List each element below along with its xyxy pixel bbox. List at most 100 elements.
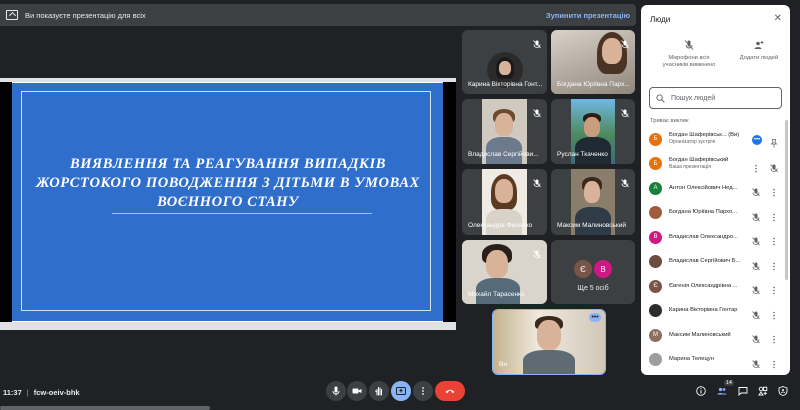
chat-icon <box>738 387 748 396</box>
participant-row[interactable]: А Антон Олексійович Нед... <box>641 176 790 201</box>
participant-row[interactable]: В Владислав Олександро... <box>641 225 790 250</box>
more-options-button[interactable] <box>413 381 433 401</box>
more-vert-icon[interactable] <box>770 209 778 221</box>
more-actions-icon[interactable] <box>752 160 760 172</box>
pin-icon[interactable] <box>770 135 778 148</box>
more-vert-icon[interactable] <box>770 184 778 197</box>
camera-button[interactable] <box>347 381 367 401</box>
hand-icon <box>375 387 382 396</box>
more-vert-icon[interactable] <box>770 258 778 270</box>
participant-tile[interactable]: Карина Вікторівна Гонт... <box>462 30 547 94</box>
more-vert-icon[interactable] <box>770 307 778 319</box>
participant-row[interactable]: М Максим Малиновський <box>641 323 790 348</box>
chat-button[interactable] <box>737 385 749 397</box>
present-button[interactable] <box>391 381 411 401</box>
participant-name: Максим Малиновський <box>669 331 731 338</box>
participant-row[interactable]: Є Євгенія Олександрівна ... <box>641 274 790 299</box>
avatar: Є <box>574 260 592 278</box>
more-actions-icon[interactable]: ••• <box>752 135 762 145</box>
camera-icon <box>352 388 362 394</box>
participant-tile[interactable]: Владислав Сергійови... <box>462 99 547 164</box>
search-people-field[interactable]: Пошук людей <box>649 87 782 109</box>
more-vert-icon[interactable] <box>770 282 778 295</box>
participant-tile[interactable]: Богдана Юріївна Парх... <box>551 30 635 94</box>
host-controls-button[interactable] <box>777 385 789 397</box>
panel-title: Люди <box>650 15 671 24</box>
participant-name: Богдана Юріївна Парх... <box>557 81 630 88</box>
participants-list: Б Богдан Шаферівськ... (Ви) Організатор зу… <box>641 127 790 375</box>
meet-window: Ви показуєте презентацію для всіх Зупини… <box>0 0 800 410</box>
clock-time: 11:37 <box>3 387 22 397</box>
mic-off-icon[interactable] <box>752 356 760 368</box>
presenting-banner: Ви показуєте презентацію для всіх Зупини… <box>0 4 636 26</box>
self-tile[interactable]: ••• Ви <box>492 309 606 375</box>
raise-hand-button[interactable] <box>369 381 389 401</box>
participant-name-block: Богдана Юріївна Пархо... <box>669 209 737 216</box>
avatar: А <box>649 181 662 195</box>
avatar: Б <box>649 157 662 171</box>
more-vert-icon[interactable] <box>770 356 778 368</box>
participant-name: Марина Телецун <box>669 356 714 363</box>
mic-off-icon[interactable] <box>752 233 760 246</box>
meeting-code: fcw-oeiv-bhk <box>33 387 80 397</box>
mic-off-icon <box>533 175 541 188</box>
shared-window-statusbar <box>0 322 456 330</box>
participant-row[interactable]: Карина Вікторівна Гонтар <box>641 299 790 324</box>
participant-tile[interactable]: Михайл Тарасенко <box>462 240 547 304</box>
mute-all-status[interactable]: Мікрофони всіх учасників вимкнено <box>656 40 722 69</box>
mic-off-icon[interactable] <box>752 258 760 270</box>
avatar: В <box>649 230 662 244</box>
activities-button[interactable] <box>757 385 769 397</box>
bottom-toolbar: 11:37 | fcw-oeiv-bhk 14 <box>0 378 800 406</box>
mic-off-icon[interactable] <box>752 282 760 295</box>
participant-name-block: Марина Телецун <box>669 356 714 363</box>
leave-call-button[interactable] <box>435 381 465 401</box>
mic-off-icon <box>621 36 629 49</box>
in-call-section-label: Триває виклик <box>650 118 689 124</box>
mic-icon <box>332 386 340 396</box>
more-participants-tile[interactable]: Є В Ще 5 осіб <box>551 240 635 304</box>
participant-tile[interactable]: Руслан Ткаченко <box>551 99 635 164</box>
close-icon[interactable]: ✕ <box>774 13 782 24</box>
mic-off-icon[interactable] <box>752 331 760 344</box>
participant-row[interactable]: Марина Телецун <box>641 348 790 373</box>
participant-row[interactable]: ММихайл Тарасенко <box>641 372 790 375</box>
mic-off-icon[interactable] <box>752 184 760 197</box>
participant-row[interactable]: Б Богдан Шаферівський Ваша презентація <box>641 152 790 177</box>
avatar: В <box>594 260 612 278</box>
participant-name-block: Владислав Олександро... <box>669 234 738 241</box>
tile-more-options-button[interactable]: ••• <box>589 313 601 322</box>
mic-off-icon[interactable] <box>752 307 760 319</box>
more-vert-icon[interactable] <box>770 331 778 344</box>
meeting-info-button[interactable] <box>695 385 707 397</box>
present-screen-icon <box>6 10 18 20</box>
participant-name: Карина Вікторівна Гонтар <box>669 307 738 314</box>
avatar: Є <box>649 279 662 293</box>
mic-off-icon[interactable] <box>770 160 778 172</box>
slide-title: ВИЯВЛЕННЯ ТА РЕАГУВАННЯ ВИПАДКІВ ЖОРСТОК… <box>36 156 420 210</box>
stop-presenting-button[interactable]: Зупинити презентацію <box>546 11 630 20</box>
participant-tile[interactable]: Максим Малиновський <box>551 169 635 235</box>
mic-off-icon <box>533 246 541 259</box>
avatar: Б <box>649 132 662 146</box>
mute-all-label: Мікрофони всіх учасників вимкнено <box>662 55 716 68</box>
lock-person-icon <box>778 386 788 396</box>
people-button[interactable]: 14 <box>716 380 734 397</box>
participant-name: Ви <box>499 361 507 368</box>
participant-row[interactable]: Б Богдан Шаферівськ... (Ви) Організатор зу… <box>641 127 790 152</box>
panel-scrollbar[interactable] <box>785 120 788 280</box>
participant-row[interactable]: Владислав Сергійович Б... <box>641 250 790 275</box>
more-vert-icon[interactable] <box>770 233 778 246</box>
participant-tile[interactable]: Олександра Фесенко <box>462 169 547 235</box>
participant-row[interactable]: Богдана Юріївна Пархо... <box>641 201 790 226</box>
mic-off-icon[interactable] <box>752 209 760 221</box>
participant-name-block: Євгенія Олександрівна ... <box>669 283 738 290</box>
mic-button[interactable] <box>326 381 346 401</box>
add-people-button[interactable]: Додати людей <box>734 40 784 62</box>
participant-name: Карина Вікторівна Гонт... <box>468 81 543 88</box>
participant-name: Михайл Тарасенко <box>468 291 525 298</box>
avatar: М <box>649 328 662 342</box>
end-call-icon <box>445 389 455 394</box>
mic-off-icon <box>621 175 629 188</box>
horizontal-scrollbar[interactable] <box>0 406 210 410</box>
